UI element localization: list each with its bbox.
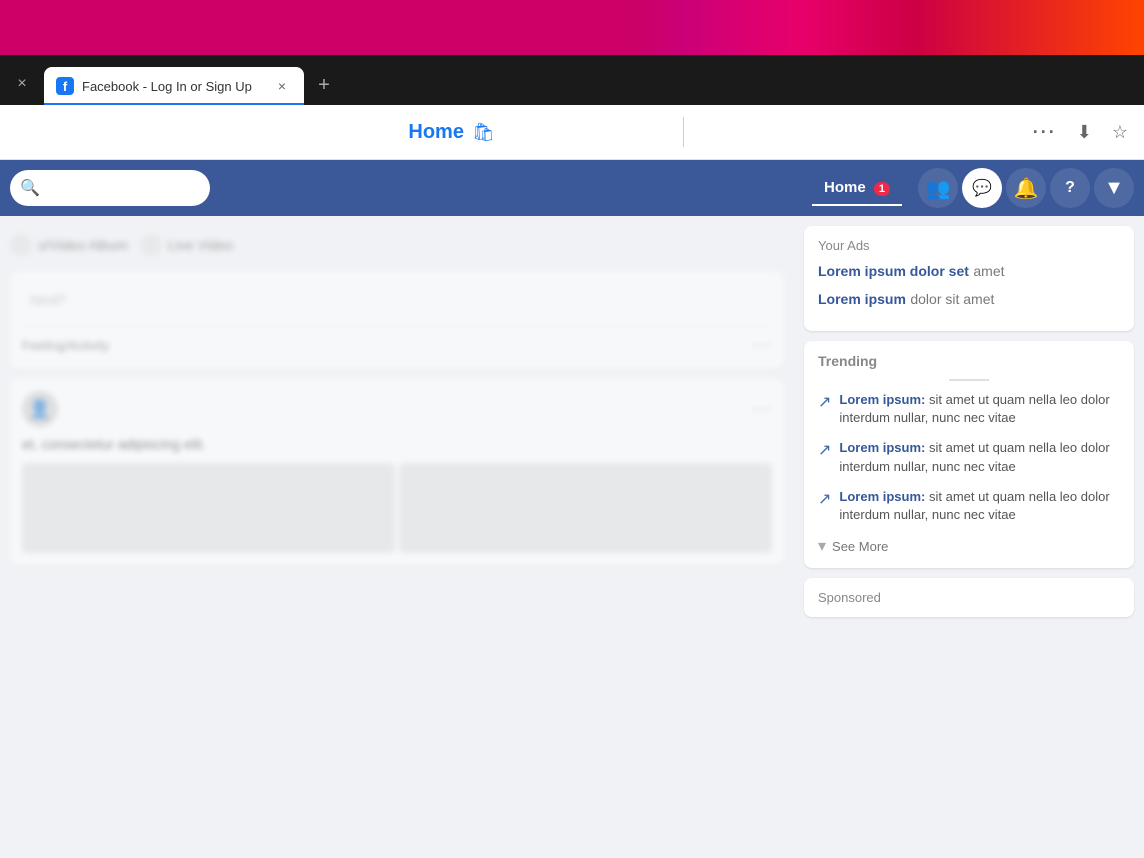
dropdown-icon: ▼ (1104, 177, 1124, 200)
trending-divider (949, 379, 989, 381)
account-dropdown-button[interactable]: ▼ (1094, 168, 1134, 208)
notifications-button[interactable]: 🔔 (1006, 168, 1046, 208)
see-more-icon: ▾ (818, 536, 826, 556)
fb-main-content: o/Video Album Live Video hind? Feeling/A… (0, 216, 1144, 858)
fb-nav-icons: 👥 💬 🔔 ? ▼ (918, 168, 1134, 208)
fb-nav-center: Home 1 (812, 171, 902, 206)
messenger-icon: 💬 (972, 178, 992, 198)
friends-button[interactable]: 👥 (918, 168, 958, 208)
avatar-icon: 👤 (29, 399, 51, 420)
fb-right-panel: Your Ads Lorem ipsum dolor set amet Lore… (794, 216, 1144, 858)
ad-item-2: Lorem ipsum dolor sit amet (818, 291, 1120, 309)
post-more-button[interactable]: ··· (752, 334, 772, 357)
window-close-button[interactable]: × (8, 65, 36, 103)
active-tab[interactable]: f Facebook - Log In or Sign Up × (44, 67, 304, 105)
ad-2-body: dolor sit amet (910, 291, 994, 307)
feeling-activity-button[interactable]: Feeling/Activity (22, 338, 109, 353)
friends-icon: 👥 (926, 176, 951, 201)
trending-item-2: ↗ Lorem ipsum: sit amet ut quam nella le… (818, 439, 1120, 475)
fb-post-card: 👤 ··· et, consectetur adipiscing elit. (10, 379, 784, 565)
fb-toolbar: o/Video Album Live Video (10, 226, 784, 264)
ad-1-headline: Lorem ipsum dolor set (818, 263, 969, 279)
post-card-dots[interactable]: ··· (752, 398, 772, 421)
post-image-2 (399, 463, 772, 553)
fb-post-images (22, 463, 772, 553)
sponsored-title: Sponsored (818, 590, 1120, 605)
tab-bar: × f Facebook - Log In or Sign Up × + (0, 55, 1144, 105)
trending-bold-1: Lorem ipsum: (839, 392, 925, 407)
search-input[interactable] (46, 180, 186, 196)
fb-search-container[interactable]: 🔍 (10, 170, 210, 206)
fb-left-panel: o/Video Album Live Video hind? Feeling/A… (0, 216, 794, 858)
fb-post-header: 👤 ··· (22, 391, 772, 427)
trending-bold-2: Lorem ipsum: (839, 440, 925, 455)
fb-post-box: hind? Feeling/Activity ··· (10, 272, 784, 369)
trending-arrow-1: ↗ (818, 392, 831, 412)
address-bar-divider (683, 117, 684, 147)
help-button[interactable]: ? (1050, 168, 1090, 208)
tab-active-indicator (44, 103, 304, 105)
address-bar-site-name: Home (408, 121, 464, 144)
fb-sponsored-box: Sponsored (804, 578, 1134, 617)
tab-title: Facebook - Log In or Sign Up (82, 79, 264, 94)
home-badge: 1 (874, 182, 890, 196)
post-text: et, consectetur adipiscing elit. (22, 435, 772, 455)
ad-item-1: Lorem ipsum dolor set amet (818, 263, 1120, 281)
fb-post-actions: Feeling/Activity ··· (22, 325, 772, 357)
trending-title: Trending (818, 353, 1120, 369)
trending-arrow-2: ↗ (818, 440, 831, 460)
pocket-button[interactable]: ⬇ (1073, 118, 1096, 147)
trending-arrow-3: ↗ (818, 489, 831, 509)
trending-text-1: Lorem ipsum: sit amet ut quam nella leo … (839, 391, 1120, 427)
search-icon: 🔍 (20, 178, 40, 198)
address-bar-center: Home 🛍 (236, 121, 668, 144)
tab-close-button[interactable]: × (272, 76, 292, 96)
browser-top-bar (0, 0, 1144, 55)
address-bar-actions: ··· ⬇ ☆ (700, 118, 1132, 147)
new-tab-button[interactable]: + (308, 69, 340, 101)
photo-video-icon (10, 234, 32, 256)
notifications-icon: 🔔 (1014, 176, 1039, 201)
ad-1-body: amet (973, 263, 1004, 279)
bookmark-button[interactable]: ☆ (1108, 118, 1132, 147)
live-video-icon (140, 234, 162, 256)
post-image-1 (22, 463, 395, 553)
browser-menu-button[interactable]: ··· (1029, 118, 1061, 147)
ads-title: Your Ads (818, 238, 1120, 253)
address-bar-row: Home 🛍 ··· ⬇ ☆ (0, 105, 1144, 160)
see-more-button[interactable]: ▾ See More (818, 536, 1120, 556)
trending-item-3: ↗ Lorem ipsum: sit amet ut quam nella le… (818, 488, 1120, 524)
post-placeholder: hind? (22, 284, 772, 317)
fb-navbar: 🔍 Home 1 👥 💬 🔔 ? ▼ (0, 160, 1144, 216)
fb-ads-box: Your Ads Lorem ipsum dolor set amet Lore… (804, 226, 1134, 331)
trending-bold-3: Lorem ipsum: (839, 489, 925, 504)
photo-video-album-button[interactable]: o/Video Album (10, 234, 128, 256)
trending-text-3: Lorem ipsum: sit amet ut quam nella leo … (839, 488, 1120, 524)
photo-video-label: o/Video Album (38, 237, 128, 253)
see-more-label: See More (832, 539, 888, 554)
tab-favicon: f (56, 77, 74, 95)
ad-2-headline: Lorem ipsum (818, 291, 906, 307)
messenger-button[interactable]: 💬 (962, 168, 1002, 208)
fb-trending-box: Trending ↗ Lorem ipsum: sit amet ut quam… (804, 341, 1134, 568)
trending-text-2: Lorem ipsum: sit amet ut quam nella leo … (839, 439, 1120, 475)
trending-item-1: ↗ Lorem ipsum: sit amet ut quam nella le… (818, 391, 1120, 427)
avatar: 👤 (22, 391, 58, 427)
feeling-label: Feeling/Activity (22, 338, 109, 353)
bag-icon: 🛍 (472, 122, 495, 143)
fb-home-link[interactable]: Home 1 (812, 171, 902, 206)
live-video-label: Live Video (168, 237, 233, 253)
live-video-button[interactable]: Live Video (140, 234, 233, 256)
help-icon: ? (1065, 179, 1075, 197)
